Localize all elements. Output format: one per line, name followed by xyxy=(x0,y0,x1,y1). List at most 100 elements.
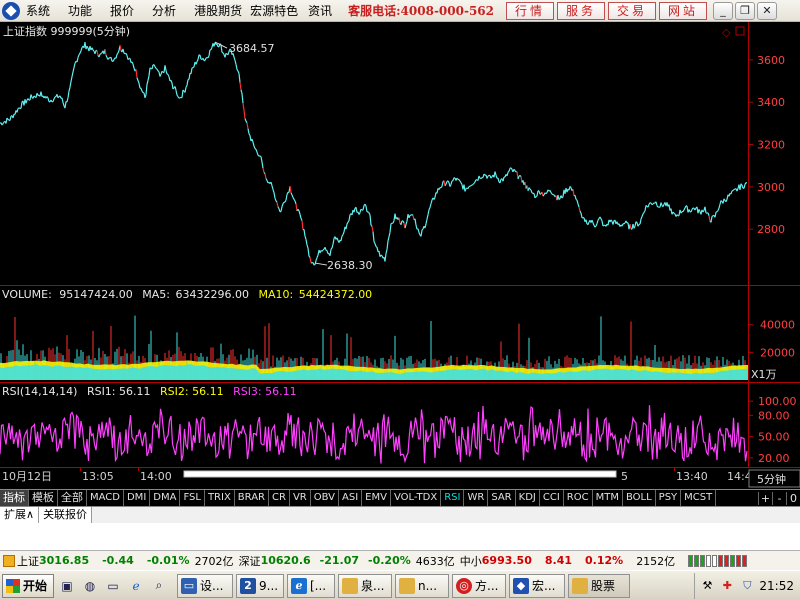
price-segment xyxy=(440,185,443,188)
tab-brar[interactable]: BRAR xyxy=(235,490,269,506)
tab-indicator[interactable]: 指标 xyxy=(0,490,29,506)
start-button[interactable]: 开始 xyxy=(2,573,54,598)
shield-tray-icon[interactable]: ⛉ xyxy=(739,578,755,594)
ticker-sz-name[interactable]: 深证 xyxy=(239,553,261,569)
quicklaunch-network-icon[interactable]: ◍ xyxy=(80,576,100,596)
tab-emv[interactable]: EMV xyxy=(362,490,391,506)
tab-cci[interactable]: CCI xyxy=(540,490,564,506)
tab-vol-tdx[interactable]: VOL-TDX xyxy=(391,490,442,506)
price-segment xyxy=(68,87,71,92)
quick-button-website[interactable]: 网站 xyxy=(659,1,707,20)
tab-psy[interactable]: PSY xyxy=(656,490,682,506)
price-segment xyxy=(513,168,516,171)
task-folder-stocks[interactable]: 股票 xyxy=(568,573,630,598)
quicklaunch-browser-icon[interactable]: ℯ xyxy=(126,576,146,596)
tab-mcst[interactable]: MCST xyxy=(681,490,717,506)
price-segment xyxy=(575,198,578,201)
quick-button-trade[interactable]: 交易 xyxy=(608,1,656,20)
price-segment xyxy=(262,167,265,173)
flag-tray-icon[interactable]: ✚ xyxy=(719,578,735,594)
price-segment xyxy=(355,207,358,213)
price-tick-label: 3400 xyxy=(757,96,785,109)
tab-related-quotes[interactable]: 关联报价 xyxy=(39,507,93,523)
stock-chart[interactable]: 上证指数 999999(5分钟) ◇ 36003400320030002800 … xyxy=(0,22,800,489)
task-hongyuan[interactable]: ◆ 宏... xyxy=(509,573,565,598)
add-indicator-button[interactable]: + xyxy=(758,491,772,505)
swirl-app-icon: ◎ xyxy=(456,577,472,594)
quick-button-market[interactable]: 行情 xyxy=(506,1,554,20)
menu-hongyuan-special[interactable]: 宏源特色 xyxy=(250,2,298,19)
tab-vr[interactable]: VR xyxy=(290,490,311,506)
menu-quote[interactable]: 报价 xyxy=(110,2,134,19)
price-segment xyxy=(578,206,581,212)
menu-analysis[interactable]: 分析 xyxy=(152,2,176,19)
tab-wr[interactable]: WR xyxy=(464,490,489,506)
clock[interactable]: 21:52 xyxy=(759,579,794,593)
menu-news[interactable]: 资讯 xyxy=(308,2,332,19)
ticker-menu-icon[interactable] xyxy=(3,554,15,567)
meter-segment xyxy=(742,554,748,567)
tab-template[interactable]: 模板 xyxy=(29,490,58,506)
tab-asi[interactable]: ASI xyxy=(339,490,363,506)
price-segment xyxy=(329,249,332,256)
quick-button-service[interactable]: 服务 xyxy=(557,1,605,20)
tab-kdj[interactable]: KDJ xyxy=(516,490,540,506)
task-folder-n[interactable]: n... xyxy=(395,573,449,598)
ticker-sm-price: 6993.50 xyxy=(481,554,532,567)
rsi-tick-label: 100.00 xyxy=(758,395,797,408)
ticker-sm-name[interactable]: 中小 xyxy=(460,553,482,569)
tab-macd[interactable]: MACD xyxy=(87,490,124,506)
meter-segment xyxy=(718,554,724,567)
tab-fsl[interactable]: FSL xyxy=(180,490,205,506)
tab-obv[interactable]: OBV xyxy=(311,490,339,506)
task-folder-quan[interactable]: 泉... xyxy=(338,573,392,598)
tab-mtm[interactable]: MTM xyxy=(593,490,623,506)
tab-dmi[interactable]: DMI xyxy=(124,490,151,506)
minimize-button[interactable]: _ xyxy=(713,1,733,20)
task-fang[interactable]: ◎ 方... xyxy=(452,573,506,598)
price-segment xyxy=(80,47,83,51)
menu-hk-futures[interactable]: 港股期货 xyxy=(194,2,242,19)
quicklaunch-search-icon[interactable]: ⌕ xyxy=(149,576,169,596)
tab-dma[interactable]: DMA xyxy=(150,490,181,506)
horizontal-scrollbar[interactable] xyxy=(183,470,617,478)
tab-sar[interactable]: SAR xyxy=(488,490,516,506)
ticker-sh-name[interactable]: 上证 xyxy=(17,553,39,569)
price-segment xyxy=(144,94,147,98)
task-9[interactable]: 2 9... xyxy=(236,573,284,598)
price-segment xyxy=(110,57,113,62)
price-segment xyxy=(210,47,213,51)
price-segment xyxy=(682,209,685,212)
tab-all[interactable]: 全部 xyxy=(58,490,87,506)
restore-button[interactable]: ❐ xyxy=(735,1,755,20)
tab-trix[interactable]: TRIX xyxy=(205,490,235,506)
diamond-icon[interactable]: ◇ xyxy=(722,26,731,39)
panel-expand-icon[interactable] xyxy=(735,26,745,36)
tab-rsi[interactable]: RSI xyxy=(441,490,465,506)
price-segment xyxy=(147,75,150,81)
price-segment xyxy=(458,179,461,182)
app-logo-icon[interactable] xyxy=(2,1,20,20)
tab-roc[interactable]: ROC xyxy=(564,490,593,506)
price-segment xyxy=(137,80,140,84)
network-tray-icon[interactable]: ⚒ xyxy=(699,578,715,594)
menu-system[interactable]: 系统 xyxy=(26,2,50,19)
quicklaunch-window-icon[interactable]: ▭ xyxy=(103,576,123,596)
price-segment xyxy=(530,189,533,194)
tab-boll[interactable]: BOLL xyxy=(623,490,656,506)
remove-indicator-button[interactable]: - xyxy=(772,491,786,505)
tab-extend[interactable]: 扩展∧ xyxy=(0,507,40,523)
close-button[interactable]: ✕ xyxy=(757,1,777,20)
reset-indicator-button[interactable]: 0 xyxy=(786,491,800,505)
price-segment xyxy=(242,103,245,111)
quicklaunch-desktop-icon[interactable]: ▣ xyxy=(57,576,77,596)
meter-segment xyxy=(700,554,706,567)
price-low-marker: 2638.30 xyxy=(314,259,373,272)
task-settings[interactable]: ▭ 设... xyxy=(177,573,233,598)
price-segment xyxy=(370,224,373,227)
price-segment xyxy=(660,202,663,206)
price-segment xyxy=(702,210,705,213)
menu-function[interactable]: 功能 xyxy=(68,2,92,19)
task-browser[interactable]: ℯ [... xyxy=(287,573,335,598)
tab-cr[interactable]: CR xyxy=(269,490,290,506)
